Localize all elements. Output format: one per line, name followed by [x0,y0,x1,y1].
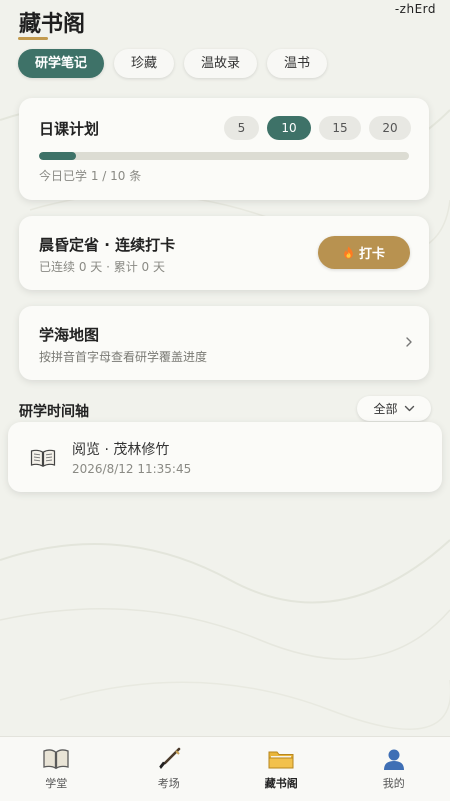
tab-bar: 研学笔记 珍藏 温故录 温书 [18,49,327,78]
chevron-right-icon [405,336,413,348]
nav-item-exam[interactable]: 考场 [113,737,226,801]
study-map-subtitle: 按拼音首字母查看研学覆盖进度 [39,348,207,365]
plan-option-5[interactable]: 5 [224,116,259,140]
daily-plan-options: 5 10 15 20 [224,116,411,140]
daily-plan-title: 日课计划 [39,118,99,139]
book-icon [42,747,70,771]
title-underline [18,37,48,40]
daily-plan-card: 日课计划 5 10 15 20 今日已学 1 / 10 条 [19,98,429,200]
checkin-card: 晨昏定省 · 连续打卡 已连续 0 天 · 累计 0 天 打卡 [19,216,429,290]
nav-item-library[interactable]: 藏书阁 [225,737,338,801]
study-map-card[interactable]: 学海地图 按拼音首字母查看研学覆盖进度 [19,306,429,380]
checkin-button-label: 打卡 [359,243,385,262]
checkin-button[interactable]: 打卡 [318,236,410,269]
checkin-streak-text: 已连续 0 天 · 累计 0 天 [39,258,165,275]
timeline-entry[interactable]: 阅览 · 茂林修竹 2026/8/12 11:35:45 [8,422,442,492]
page-title: 藏书阁 [19,6,85,38]
plan-option-15[interactable]: 15 [319,116,361,140]
timeline-filter-select[interactable]: 全部 [357,396,431,421]
tab-revise[interactable]: 温书 [267,49,327,78]
nav-item-classroom[interactable]: 学堂 [0,737,113,801]
daily-progress-bar [39,152,409,160]
daily-progress-fill [39,152,76,160]
daily-plan-status: 今日已学 1 / 10 条 [39,167,141,184]
nav-label-classroom: 学堂 [45,775,67,791]
plan-option-20[interactable]: 20 [369,116,411,140]
nav-label-exam: 考场 [158,775,180,791]
nav-label-library: 藏书阁 [265,775,298,791]
checkin-title: 晨昏定省 · 连续打卡 [39,234,175,255]
book-icon [30,448,56,468]
chevron-down-icon [404,405,415,412]
user-icon [380,747,408,771]
timeline-filter-value: 全部 [373,400,397,417]
brush-icon [155,747,183,771]
fire-icon [343,246,354,259]
corner-tag: -zhErd [395,2,436,16]
plan-option-10[interactable]: 10 [267,116,311,140]
timeline-section-title: 研学时间轴 [19,401,89,421]
bottom-nav: 学堂 考场 藏书阁 我的 [0,736,450,801]
timeline-entry-action: 阅览 · 茂林修竹 [72,439,169,459]
tab-favorites[interactable]: 珍藏 [114,49,174,78]
study-map-title: 学海地图 [39,324,99,345]
nav-item-profile[interactable]: 我的 [338,737,450,801]
tab-study-notes[interactable]: 研学笔记 [18,49,104,78]
folder-icon [267,747,295,771]
timeline-entry-time: 2026/8/12 11:35:45 [72,462,191,476]
tab-review-log[interactable]: 温故录 [184,49,257,78]
nav-label-profile: 我的 [383,775,405,791]
